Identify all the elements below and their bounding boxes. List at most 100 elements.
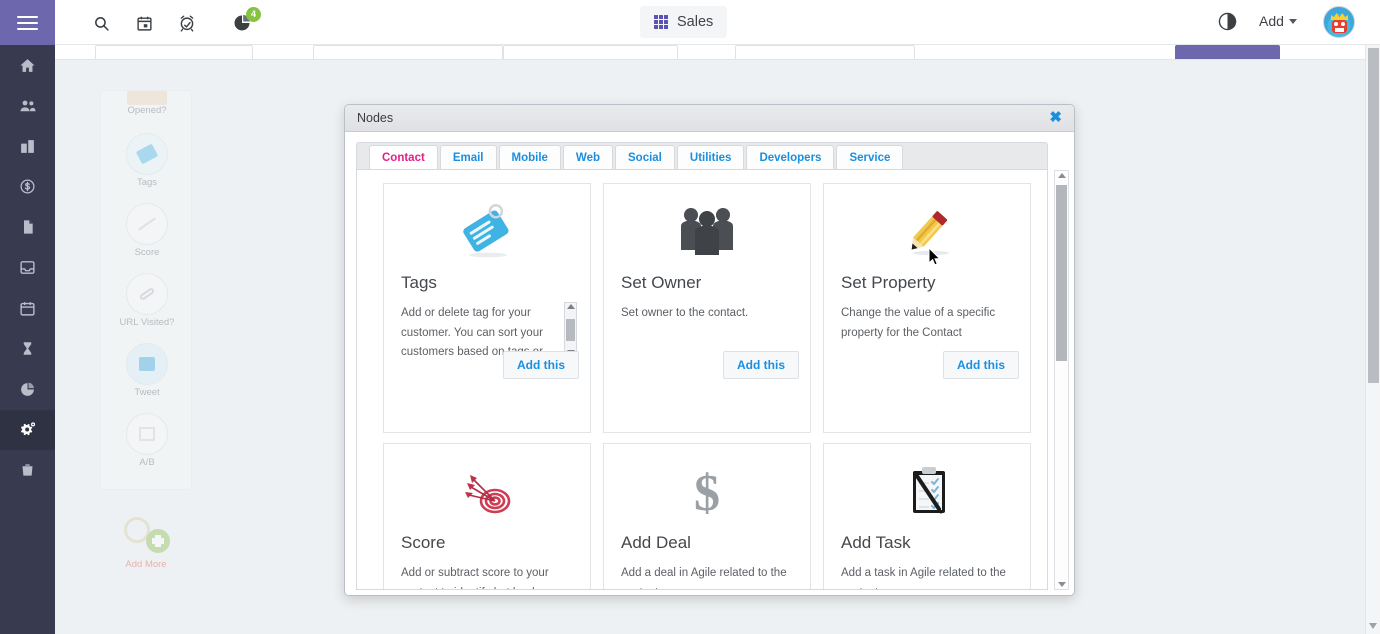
tag-icon <box>126 133 168 175</box>
sidebar-item-trash[interactable] <box>0 450 55 491</box>
tab-developers[interactable]: Developers <box>746 145 835 169</box>
avatar[interactable] <box>1323 6 1355 38</box>
card-description: Add or subtract score to your contact to… <box>401 567 549 589</box>
tab-label: Mobile <box>511 151 548 164</box>
deals-dollar-icon <box>19 178 36 195</box>
scrollbar-thumb[interactable] <box>1368 48 1379 383</box>
card-title: Add Task <box>841 533 911 552</box>
tab-service[interactable]: Service <box>836 145 904 169</box>
sidebar-item-contacts[interactable] <box>0 86 55 127</box>
score-icon <box>126 203 168 245</box>
workflow-node-panel: Opened? Tags Score URL Visited? Tweet A/… <box>100 90 192 490</box>
card-title: Set Owner <box>621 273 702 292</box>
tab-email[interactable]: Email <box>439 145 497 169</box>
scrollbar-thumb[interactable] <box>1056 185 1067 361</box>
scroll-up-arrow-icon[interactable] <box>1057 173 1066 178</box>
add-menu-button[interactable]: Add <box>1259 13 1297 29</box>
avatar-face <box>1332 20 1347 33</box>
trash-icon <box>20 462 35 478</box>
tab-web[interactable]: Web <box>562 145 613 169</box>
card-description-wrap: Add a deal in Agile related to the conta… <box>621 564 793 589</box>
close-icon[interactable]: ✖ <box>1049 110 1062 125</box>
nodes-modal: Nodes ✖ Contact Email Mobile Web Social … <box>344 104 1075 596</box>
scrollbar-thumb[interactable] <box>566 318 575 341</box>
card-description: Add a task in Agile related to the conta… <box>841 567 1006 589</box>
sidebar-item-documents[interactable] <box>0 207 55 248</box>
workflow-node[interactable]: Tweet <box>101 343 193 411</box>
chevron-down-icon <box>1288 18 1297 24</box>
modal-header: Nodes ✖ <box>345 105 1074 132</box>
form-field-4[interactable] <box>735 45 915 59</box>
tab-utilities[interactable]: Utilities <box>676 145 745 169</box>
tab-label: Social <box>628 151 662 164</box>
add-this-button[interactable]: Add this <box>723 351 799 379</box>
scroll-up-arrow-icon[interactable] <box>566 304 575 309</box>
page-scrollbar[interactable] <box>1365 45 1380 634</box>
search-icon[interactable] <box>88 10 114 36</box>
calendar-icon[interactable] <box>131 10 157 36</box>
form-field-1[interactable] <box>95 45 253 59</box>
tab-label: Web <box>575 151 600 164</box>
workflow-add-more[interactable]: Add More <box>100 507 192 587</box>
sidebar-item-activity[interactable] <box>0 329 55 370</box>
form-strip-cutoff <box>55 45 1365 60</box>
node-card-add-task[interactable]: Add Task Add a task in Agile related to … <box>823 443 1031 589</box>
contacts-users-icon <box>19 97 37 115</box>
scroll-down-arrow-icon[interactable] <box>1057 582 1066 587</box>
form-field-2[interactable] <box>313 45 503 59</box>
add-more-label: Add More <box>125 559 167 570</box>
primary-action-button[interactable] <box>1175 45 1280 59</box>
pencil-icon <box>824 184 1030 272</box>
node-card-set-property[interactable]: Set Property Change the value of a speci… <box>823 183 1031 433</box>
notification-badge: 4 <box>246 7 261 22</box>
add-this-button[interactable]: Add this <box>943 351 1019 379</box>
node-card-score[interactable]: Score Add or subtract score to your cont… <box>383 443 591 589</box>
modal-title: Nodes <box>357 111 394 125</box>
node-card-add-deal[interactable]: $ Add Deal Add a deal in Agile related t… <box>603 443 811 589</box>
workflow-node-label: Tweet <box>134 387 160 398</box>
ab-split-icon <box>126 413 168 455</box>
gears-icon <box>18 420 37 439</box>
left-sidebar <box>0 45 55 634</box>
tag-icon <box>384 184 590 272</box>
top-navigation-bar: 4 Sales Add <box>0 0 1380 45</box>
tab-social[interactable]: Social <box>615 145 675 169</box>
workflow-node[interactable]: URL Visited? <box>101 273 193 341</box>
workflow-node-label: Tags <box>136 177 158 188</box>
grid-apps-icon <box>654 15 668 29</box>
card-title: Score <box>401 533 446 552</box>
calendar-icon <box>19 300 36 317</box>
sidebar-item-deals[interactable] <box>0 167 55 208</box>
tab-contact[interactable]: Contact <box>369 145 438 169</box>
modal-scrollbar[interactable] <box>1054 170 1069 590</box>
tab-label: Email <box>452 151 484 164</box>
tab-mobile[interactable]: Mobile <box>498 145 561 169</box>
sidebar-item-home[interactable] <box>0 45 55 86</box>
sidebar-item-reports[interactable] <box>0 369 55 410</box>
pie-chart-icon <box>19 381 36 398</box>
hamburger-menu-icon[interactable] <box>0 0 55 45</box>
workflow-node[interactable]: Score <box>101 203 193 271</box>
sidebar-item-inbox[interactable] <box>0 248 55 289</box>
description-scrollbar[interactable] <box>564 302 577 357</box>
workflow-node[interactable]: Tags <box>101 133 193 201</box>
add-this-button[interactable]: Add this <box>503 351 579 379</box>
moon-theme-icon[interactable] <box>1217 11 1238 37</box>
scroll-down-arrow-icon[interactable] <box>1369 623 1377 629</box>
link-icon <box>126 273 168 315</box>
sidebar-item-campaigns[interactable] <box>0 409 55 450</box>
home-icon <box>19 57 36 74</box>
modal-tab-bar: Contact Email Mobile Web Social Utilitie… <box>356 142 1048 170</box>
app-switcher-sales[interactable]: Sales <box>640 6 728 38</box>
alarm-clock-icon[interactable] <box>174 10 200 36</box>
workflow-node[interactable]: A/B <box>101 413 193 481</box>
form-field-3[interactable] <box>503 45 678 59</box>
sidebar-item-companies[interactable] <box>0 126 55 167</box>
sidebar-item-calendar[interactable] <box>0 288 55 329</box>
tab-label: Developers <box>759 151 822 164</box>
node-card-tags[interactable]: Tags Add or delete tag for your customer… <box>383 183 591 433</box>
node-card-set-owner[interactable]: Set Owner Set owner to the contact. Add … <box>603 183 811 433</box>
twitter-icon <box>126 343 168 385</box>
hourglass-icon <box>20 340 35 357</box>
workflow-node[interactable]: Opened? <box>101 91 193 131</box>
